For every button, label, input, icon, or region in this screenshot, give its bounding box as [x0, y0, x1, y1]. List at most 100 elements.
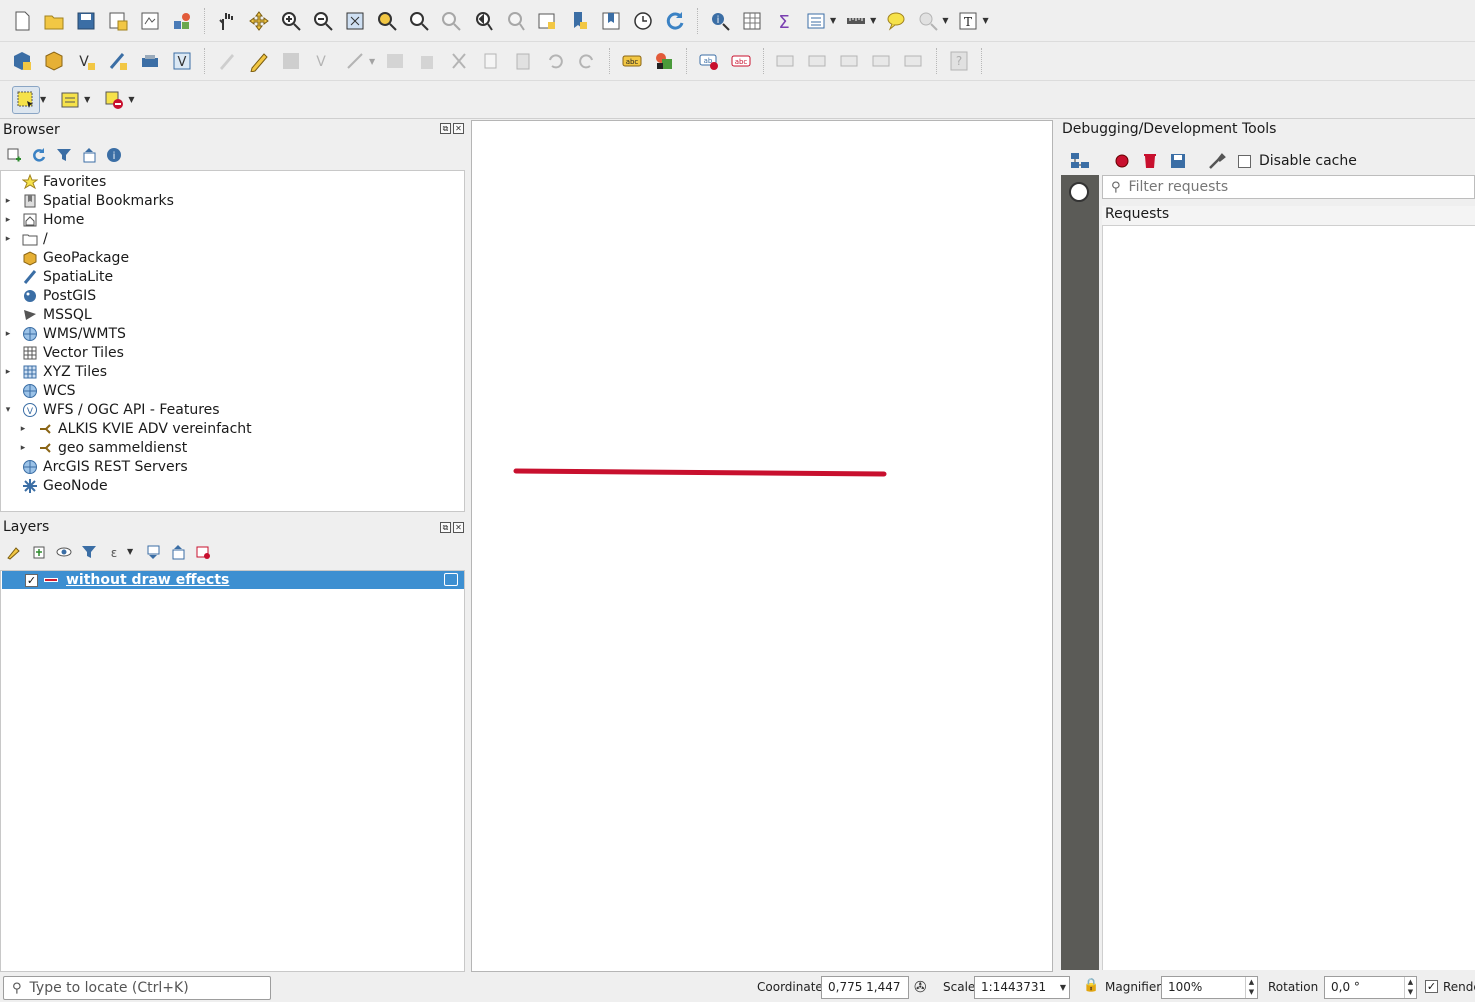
remove-layer-icon[interactable] [193, 542, 212, 561]
browser-item[interactable]: Vector Tiles [3, 343, 124, 362]
scale-field[interactable]: 1:1443731 ▼ [974, 976, 1070, 999]
deselect-icon[interactable] [100, 86, 128, 114]
browser-item[interactable]: SpatiaLite [3, 267, 113, 286]
modify-attributes-icon[interactable] [381, 47, 409, 75]
zoom-to-layer-icon[interactable] [405, 7, 433, 35]
info-icon[interactable]: i [104, 145, 123, 164]
map-tips-icon[interactable] [882, 7, 910, 35]
record-icon[interactable] [1108, 147, 1136, 175]
open-project-icon[interactable] [40, 7, 68, 35]
measure-icon[interactable] [842, 7, 870, 35]
disable-cache-checkbox[interactable] [1238, 154, 1251, 168]
chevron-down-icon[interactable]: ▼ [982, 16, 988, 25]
browser-item[interactable]: ▸ Spatial Bookmarks [3, 191, 174, 210]
print-layout-icon[interactable] [136, 7, 164, 35]
line-feature[interactable] [513, 468, 887, 477]
save-log-icon[interactable] [1164, 147, 1192, 175]
magnifier-field[interactable]: 100% ▲ ▼ [1161, 976, 1258, 999]
locator-search-input[interactable]: ⚲ Type to locate (Ctrl+K) [3, 976, 271, 1000]
select-by-value-icon[interactable] [56, 86, 84, 114]
text-annotation-icon[interactable]: T [954, 7, 982, 35]
close-icon[interactable]: ✕ [453, 522, 464, 533]
browser-item[interactable]: ▸ WMS/WMTS [3, 324, 126, 343]
chevron-down-icon[interactable]: ▼ [127, 547, 133, 556]
expand-arrow-icon[interactable]: ▸ [3, 215, 13, 225]
virtual-layer-icon[interactable]: V [168, 47, 196, 75]
chevron-down-icon[interactable]: ▼ [830, 16, 836, 25]
move-labels-icon[interactable] [836, 47, 864, 75]
expand-arrow-icon[interactable]: ▸ [18, 443, 28, 453]
rotation-spinner[interactable]: ▲ ▼ [1404, 977, 1416, 998]
chevron-down-icon[interactable]: ▼ [128, 95, 134, 104]
float-panel-icon[interactable]: ⧉ [440, 123, 451, 134]
delete-selected-icon[interactable] [413, 47, 441, 75]
zoom-out-icon[interactable] [309, 7, 337, 35]
timer-icon[interactable] [1069, 182, 1089, 202]
identify-icon[interactable]: i [706, 7, 734, 35]
coordinate-field[interactable]: 0,775 1,447 [821, 976, 909, 999]
new-spatialite-layer-icon[interactable] [104, 47, 132, 75]
chevron-down-icon[interactable]: ▼ [40, 95, 46, 104]
manage-visibility-icon[interactable] [54, 542, 73, 561]
expand-arrow-icon[interactable]: ▸ [18, 424, 28, 434]
change-label-icon[interactable] [900, 47, 928, 75]
toggle-editing-icon[interactable] [245, 47, 273, 75]
statistics-icon[interactable]: Σ [770, 7, 798, 35]
map-canvas[interactable] [471, 120, 1053, 972]
diagram-icon[interactable] [650, 47, 678, 75]
filter-by-expression-icon[interactable]: ε [104, 542, 123, 561]
paste-icon[interactable] [509, 47, 537, 75]
browser-item[interactable]: GeoNode [3, 476, 108, 495]
collapse-all-icon[interactable] [168, 542, 187, 561]
settings-wrench-icon[interactable] [1202, 147, 1230, 175]
field-calculator-icon[interactable] [802, 7, 830, 35]
magnifier-spinner[interactable]: ▲ ▼ [1245, 977, 1257, 998]
browser-item[interactable]: ▸ ALKIS KVIE ADV vereinfacht [18, 419, 252, 438]
expand-all-icon[interactable] [143, 542, 162, 561]
show-labels-icon[interactable] [804, 47, 832, 75]
layer-visibility-checkbox[interactable]: ✓ [25, 573, 38, 587]
pan-icon[interactable] [213, 7, 241, 35]
refresh-icon[interactable] [29, 145, 48, 164]
open-layer-styling-icon[interactable] [4, 542, 23, 561]
vertex-tool-icon[interactable] [341, 47, 369, 75]
collapse-all-icon[interactable] [79, 145, 98, 164]
zoom-full-icon[interactable] [341, 7, 369, 35]
show-hide-labels-icon[interactable]: abc [727, 47, 755, 75]
browser-item[interactable]: WCS [3, 381, 76, 400]
zoom-in-icon[interactable] [277, 7, 305, 35]
select-features-icon[interactable] [914, 7, 942, 35]
expand-arrow-icon[interactable]: ▸ [3, 234, 13, 244]
refresh-icon[interactable] [661, 7, 689, 35]
browser-item[interactable]: PostGIS [3, 286, 96, 305]
pin-labels-icon[interactable] [772, 47, 800, 75]
browser-item[interactable]: ▾ V WFS / OGC API - Features [3, 400, 220, 419]
close-icon[interactable]: ✕ [453, 123, 464, 134]
zoom-last-icon[interactable] [469, 7, 497, 35]
embedded-widget-icon[interactable] [444, 573, 458, 586]
browser-item[interactable]: ▸ geo sammeldienst [18, 438, 187, 457]
data-source-manager-icon[interactable] [8, 47, 36, 75]
browser-item[interactable]: ▸ XYZ Tiles [3, 362, 107, 381]
copy-icon[interactable] [477, 47, 505, 75]
help-icon[interactable]: ? [945, 47, 973, 75]
new-geopackage-layer-icon[interactable] [40, 47, 68, 75]
temporal-controller-icon[interactable] [629, 7, 657, 35]
browser-item[interactable]: GeoPackage [3, 248, 129, 267]
new-project-icon[interactable] [8, 7, 36, 35]
expand-arrow-icon[interactable]: ▸ [3, 196, 13, 206]
undo-icon[interactable] [541, 47, 569, 75]
clear-log-icon[interactable] [1136, 147, 1164, 175]
lock-icon[interactable]: 🔒 [1083, 978, 1099, 993]
rotate-labels-icon[interactable] [868, 47, 896, 75]
browser-item[interactable]: ▸ / [3, 229, 48, 248]
save-edits-icon[interactable] [277, 47, 305, 75]
new-map-view-icon[interactable] [533, 7, 561, 35]
chevron-down-icon[interactable]: ▼ [84, 95, 90, 104]
new-temporary-layer-icon[interactable] [136, 47, 164, 75]
browser-item[interactable]: ▸ Home [3, 210, 85, 229]
new-bookmark-icon[interactable] [565, 7, 593, 35]
zoom-native-icon[interactable] [437, 7, 465, 35]
chevron-down-icon[interactable]: ▼ [870, 16, 876, 25]
rotation-field[interactable]: 0,0 ° ▲ ▼ [1324, 976, 1417, 999]
